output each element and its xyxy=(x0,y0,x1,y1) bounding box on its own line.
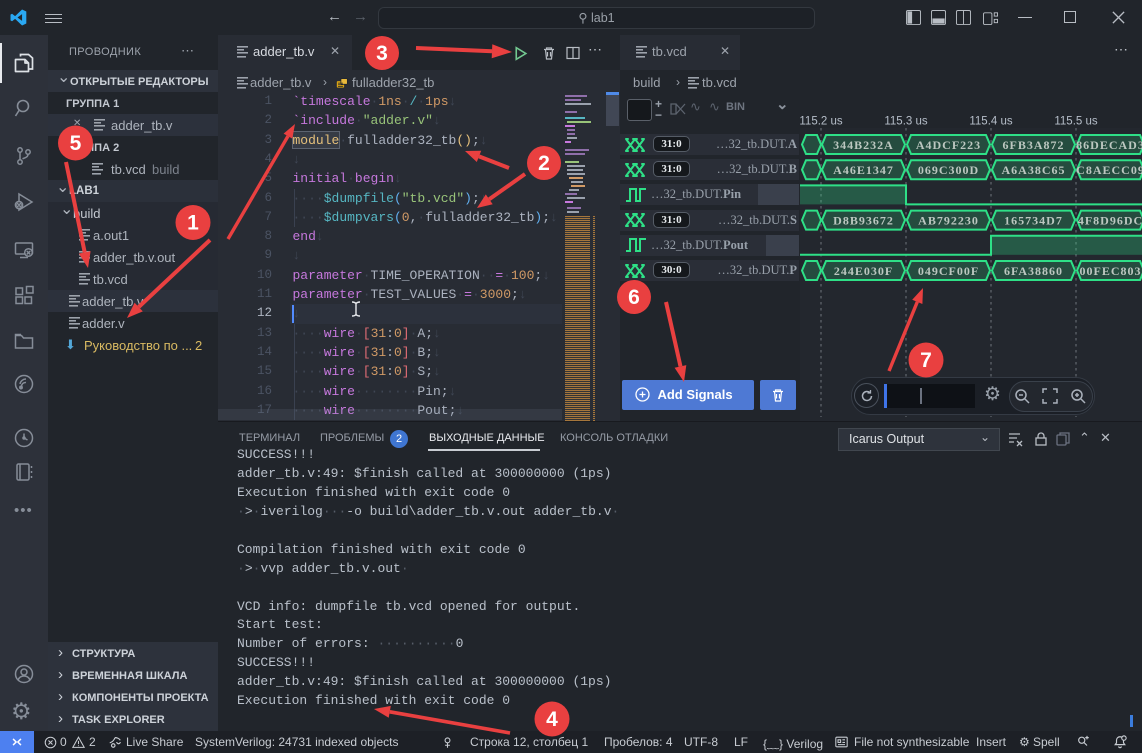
svg-text:4F8D96DC: 4F8D96DC xyxy=(1078,214,1142,228)
svg-text:6FA38860: 6FA38860 xyxy=(1004,264,1063,278)
svg-text:AB792230: AB792230 xyxy=(918,214,979,228)
svg-text:244E030F: 244E030F xyxy=(834,264,893,278)
svg-text:115.2 us: 115.2 us xyxy=(799,116,843,128)
svg-text:115.3 us: 115.3 us xyxy=(884,116,928,128)
svg-text:A4DCF223: A4DCF223 xyxy=(916,138,981,152)
svg-text:115.4 us: 115.4 us xyxy=(969,116,1013,128)
svg-text:00FEC803: 00FEC803 xyxy=(1080,264,1142,278)
svg-text:D8B93672: D8B93672 xyxy=(833,214,894,228)
svg-text:069C300D: 069C300D xyxy=(918,163,979,177)
svg-text:C8AECC09: C8AECC09 xyxy=(1076,163,1142,177)
svg-text:86DECAD3: 86DECAD3 xyxy=(1076,138,1142,152)
svg-text:165734D7: 165734D7 xyxy=(1004,214,1063,228)
svg-text:049CF00F: 049CF00F xyxy=(918,264,979,278)
svg-text:A46E1347: A46E1347 xyxy=(833,163,894,177)
svg-text:6FB3A872: 6FB3A872 xyxy=(1003,138,1065,152)
svg-text:A6A38C65: A6A38C65 xyxy=(1002,163,1066,177)
svg-text:344B232A: 344B232A xyxy=(833,138,894,152)
svg-text:115.5 us: 115.5 us xyxy=(1054,116,1098,128)
